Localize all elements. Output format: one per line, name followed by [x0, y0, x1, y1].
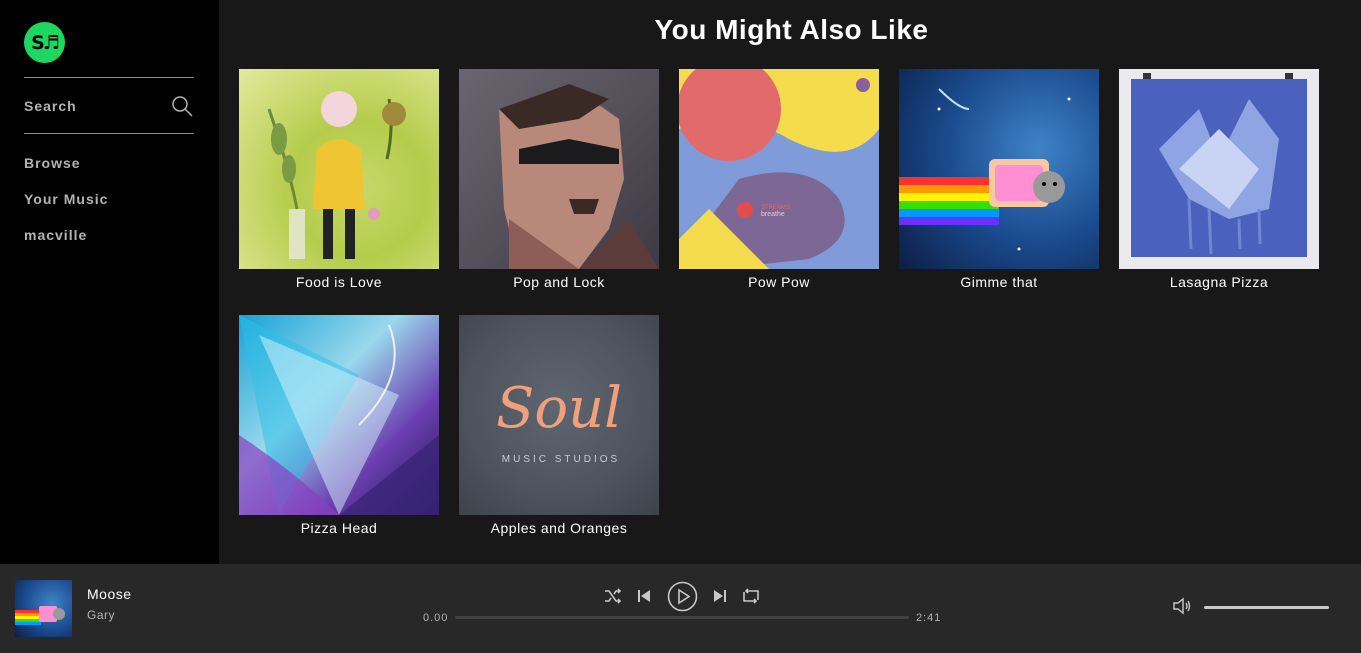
page-title: You Might Also Like [654, 14, 929, 45]
previous-icon [638, 590, 651, 602]
shuffle-icon [605, 588, 622, 604]
abstract-shapes-art: STREAMS breathe [679, 69, 879, 269]
album-card[interactable]: Food is Love [239, 69, 439, 290]
player-bar: Moose Gary 0.00 2:41 [0, 564, 1361, 653]
search-label: Search [24, 98, 77, 114]
now-playing-cover[interactable] [15, 580, 72, 637]
repeat-icon [743, 588, 759, 604]
album-card[interactable]: Pizza Head [239, 315, 439, 536]
logo-text: S♬ [31, 31, 60, 54]
album-cover: Soul MUSIC STUDIOS [459, 315, 659, 515]
volume-button[interactable] [1172, 597, 1192, 615]
pow-sub-text: breathe [761, 211, 785, 218]
play-button[interactable] [667, 581, 698, 612]
total-time: 2:41 [916, 612, 942, 624]
album-title: Pizza Head [300, 520, 378, 536]
album-cover [239, 315, 439, 515]
album-title: Pop and Lock [513, 274, 605, 290]
soul-sub-text: MUSIC STUDIOS [502, 454, 620, 465]
sidebar-item-user[interactable]: macville [24, 227, 87, 243]
app-logo[interactable]: S♬ [24, 22, 65, 63]
search-button[interactable]: Search [24, 90, 194, 122]
album-cover [899, 69, 1099, 269]
album-cover [459, 69, 659, 269]
blue-sculpture-art [1131, 73, 1307, 257]
plant-girl-art [267, 91, 406, 259]
lowpoly-portrait-art [499, 84, 659, 269]
album-card[interactable]: Gimme that [899, 69, 1099, 290]
volume-slider[interactable] [1204, 606, 1329, 609]
sidebar: S♬ Search Browse Your Music macville [0, 0, 219, 564]
fractal-light-art [239, 315, 439, 515]
play-icon [667, 581, 697, 611]
album-cover [239, 69, 439, 269]
volume-fill [1204, 606, 1329, 609]
now-playing-art [15, 606, 65, 625]
divider [24, 133, 194, 134]
previous-button[interactable] [637, 589, 651, 603]
volume-icon [1173, 597, 1191, 615]
album-title: Pow Pow [748, 274, 810, 290]
album-title: Gimme that [960, 274, 1038, 290]
album-cover [1119, 69, 1319, 269]
sidebar-item-your-music[interactable]: Your Music [24, 191, 108, 207]
album-card[interactable]: Lasagna Pizza [1119, 69, 1319, 290]
album-title: Food is Love [295, 274, 383, 290]
sidebar-item-browse[interactable]: Browse [24, 155, 81, 171]
main-content: You Might Also Like Food is Love Pop and… [219, 0, 1361, 564]
playback-controls [604, 580, 760, 612]
album-card[interactable]: STREAMS breathe Pow Pow [679, 69, 879, 290]
repeat-button[interactable] [742, 588, 760, 604]
progress-bar[interactable] [455, 616, 909, 619]
shuffle-button[interactable] [604, 588, 622, 604]
divider [24, 77, 194, 78]
album-card[interactable]: Pop and Lock [459, 69, 659, 290]
next-button[interactable] [713, 589, 727, 603]
album-card[interactable]: Soul MUSIC STUDIOS Apples and Oranges [459, 315, 659, 536]
track-title[interactable]: Moose [87, 586, 132, 602]
current-time: 0.00 [423, 612, 449, 624]
app-window: S♬ Search Browse Your Music macville You… [0, 0, 1361, 653]
album-cover: STREAMS breathe [679, 69, 879, 269]
next-icon [713, 590, 726, 602]
album-title: Apples and Oranges [490, 520, 628, 536]
track-artist[interactable]: Gary [87, 608, 115, 622]
album-title: Lasagna Pizza [1169, 274, 1269, 290]
nyan-cat-art [899, 88, 1071, 251]
soul-logo-text: Soul [496, 376, 622, 441]
search-icon [172, 96, 193, 117]
soul-logo-art: Soul MUSIC STUDIOS [496, 376, 622, 465]
